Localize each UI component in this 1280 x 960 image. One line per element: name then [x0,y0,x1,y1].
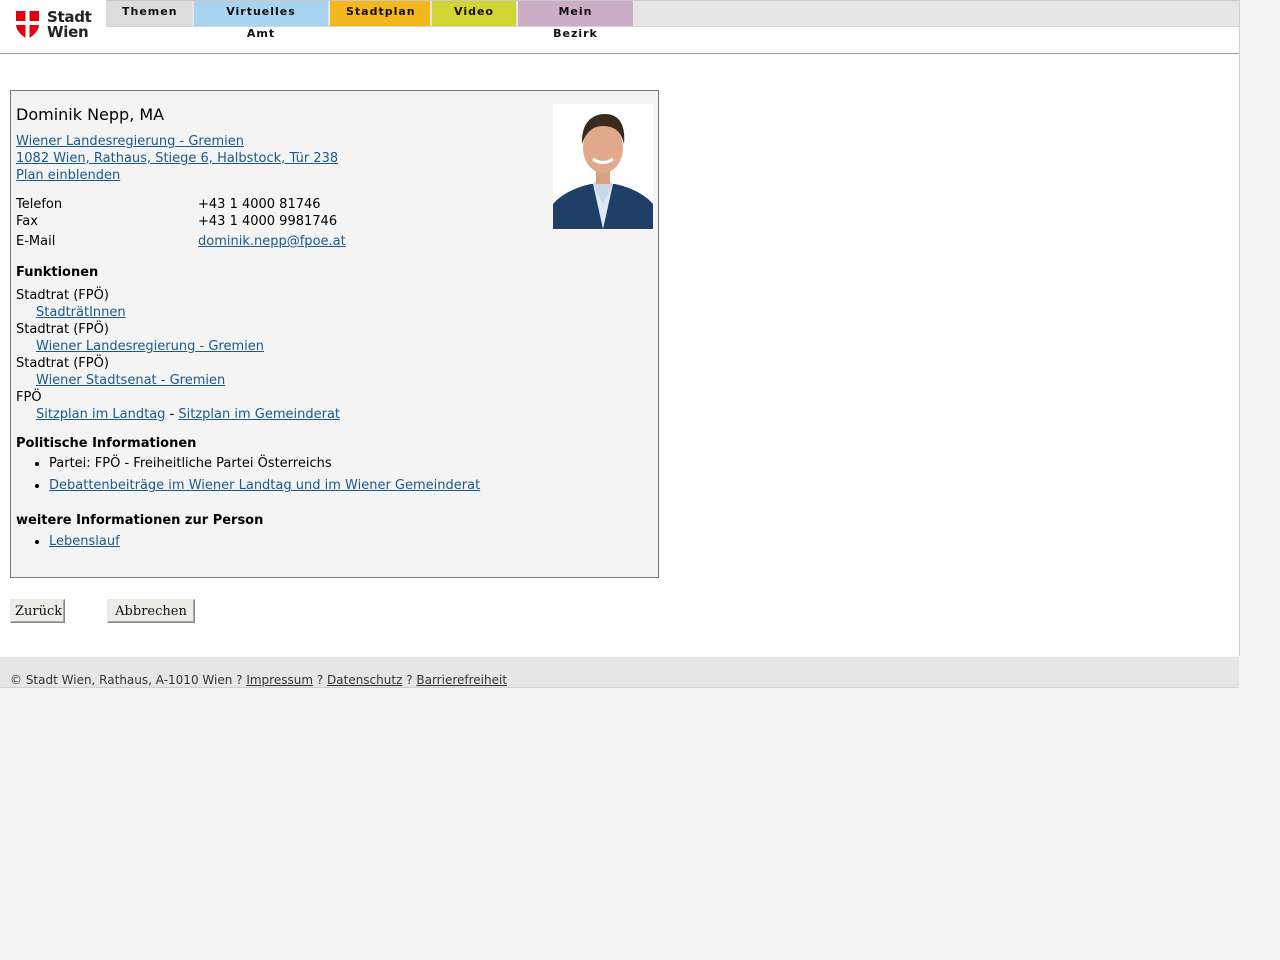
function-role: Stadtrat (FPÖ) [16,356,109,371]
person-photo [553,104,653,229]
seat-plan-separator: - [165,407,179,422]
functions-heading: Funktionen [16,265,99,280]
function-link-stadtsenat[interactable]: Wiener Stadtsenat - Gremien [36,373,225,388]
datenschutz-link[interactable]: Datenschutz [327,673,402,687]
more-info-heading: weitere Informationen zur Person [16,513,264,528]
footer-separator: ? [313,673,328,687]
seat-plan-gemeinderat-link[interactable]: Sitzplan im Gemeinderat [178,407,340,422]
contact-row-phone: Telefon +43 1 4000 81746 [16,197,346,214]
fax-label: Fax [16,214,38,229]
footer-text: © Stadt Wien, Rathaus, A-1010 Wien ? Imp… [10,673,507,687]
logo-wordmark: Stadt Wien [47,10,92,40]
logo-line-2: Wien [47,23,89,41]
more-info-list: Lebenslauf [16,533,120,555]
tab-mein-bezirk[interactable]: Mein Bezirk [518,1,633,40]
party-text: Partei: FPÖ - Freiheitliche Partei Öster… [49,456,332,471]
site-header: Stadt Wien Themen Virtuelles Amt Stadtpl… [0,0,1239,54]
email-link[interactable]: dominik.nepp@fpoe.at [198,234,346,249]
function-role: Stadtrat (FPÖ) [16,322,109,337]
function-role: Stadtrat (FPÖ) [16,288,109,303]
email-label: E-Mail [16,234,56,249]
copyright-text: © Stadt Wien, Rathaus, A-1010 Wien [10,673,233,687]
footer-separator: ? [402,673,417,687]
plan-link[interactable]: Plan einblenden [16,167,338,184]
wien-shield-icon [16,11,39,39]
back-button[interactable]: Zurück [10,599,65,623]
seat-plan-links: Sitzplan im Landtag - Sitzplan im Gemein… [16,406,340,423]
functions-list: Stadtrat (FPÖ) StadträtInnen Stadtrat (F… [16,287,340,423]
person-name: Dominik Nepp, MA [16,105,165,124]
cancel-button[interactable]: Abbrechen [107,599,195,623]
main-navigation: Themen Virtuelles Amt Stadtplan Video Me… [106,1,635,40]
tab-themen[interactable]: Themen [106,1,192,26]
barrierefreiheit-link[interactable]: Barrierefreiheit [416,673,507,687]
debates-link[interactable]: Debattenbeiträge im Wiener Landtag und i… [49,478,480,493]
phone-value: +43 1 4000 81746 [198,197,321,212]
function-link-landesregierung[interactable]: Wiener Landesregierung - Gremien [36,339,264,354]
cv-link[interactable]: Lebenslauf [49,534,120,549]
tab-video[interactable]: Video [432,1,516,26]
tab-stadtplan[interactable]: Stadtplan [330,1,430,26]
fax-value: +43 1 4000 9981746 [198,214,338,229]
contact-row-email: E-Mail dominik.nepp@fpoe.at [16,231,346,251]
footer-separator: ? [232,673,247,687]
phone-label: Telefon [16,197,63,212]
tab-virtuelles-amt[interactable]: Virtuelles Amt [194,1,328,40]
address-block: Wiener Landesregierung - Gremien 1082 Wi… [16,133,338,184]
site-footer: © Stadt Wien, Rathaus, A-1010 Wien ? Imp… [0,657,1239,688]
contact-table: Telefon +43 1 4000 81746 Fax +43 1 4000 … [16,197,346,251]
person-card: Dominik Nepp, MA Wiener Landesregierung … [10,90,659,578]
list-item: Lebenslauf [49,533,120,550]
political-heading: Politische Informationen [16,436,197,451]
contact-row-fax: Fax +43 1 4000 9981746 [16,214,346,231]
political-list: Partei: FPÖ - Freiheitliche Partei Öster… [16,455,480,499]
list-item: Partei: FPÖ - Freiheitliche Partei Öster… [49,455,480,472]
seat-plan-landtag-link[interactable]: Sitzplan im Landtag [36,407,165,422]
party-label: FPÖ [16,390,42,405]
address-link[interactable]: 1082 Wien, Rathaus, Stiege 6, Halbstock,… [16,150,338,167]
org-link[interactable]: Wiener Landesregierung - Gremien [16,133,338,150]
portrait-image [553,104,653,229]
impressum-link[interactable]: Impressum [246,673,313,687]
page-content: Stadt Wien Themen Virtuelles Amt Stadtpl… [0,0,1240,656]
stadt-wien-logo[interactable]: Stadt Wien [16,10,96,42]
function-link-stadtraetinnen[interactable]: StadträtInnen [36,305,126,320]
list-item: Debattenbeiträge im Wiener Landtag und i… [49,477,480,494]
